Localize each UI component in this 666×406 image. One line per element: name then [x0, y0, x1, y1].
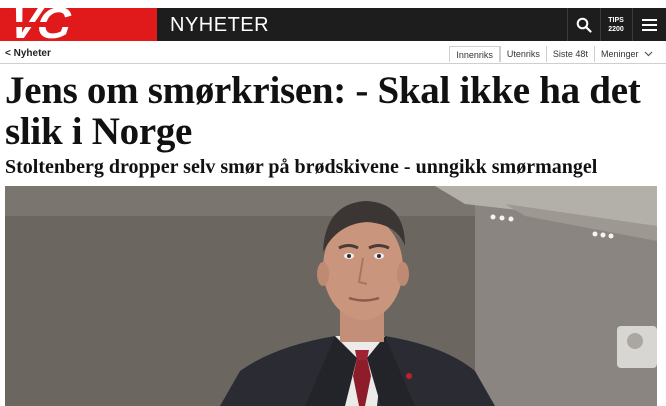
- subnav-tabs: Innenriks Utenriks Siste 48t Meninger: [449, 46, 659, 62]
- article-headline[interactable]: Jens om smørkrisen: - Skal ikke ha det s…: [5, 70, 655, 152]
- menu-icon: [642, 23, 657, 26]
- search-button[interactable]: [568, 8, 599, 41]
- menu-button[interactable]: [633, 8, 666, 41]
- tips-label: TIPS: [608, 17, 624, 24]
- menu-icon: [642, 18, 657, 21]
- tab-innenriks[interactable]: Innenriks: [449, 46, 500, 62]
- search-icon: [576, 17, 592, 33]
- tab-meninger[interactable]: Meninger: [593, 46, 659, 62]
- tab-meninger-label: Meninger: [600, 49, 639, 59]
- article-subheadline: Stoltenberg dropper selv smør på brødski…: [5, 156, 598, 178]
- menu-icon: [642, 28, 657, 31]
- tips-button[interactable]: TIPS 2200: [601, 8, 631, 41]
- logo-stripe: [0, 22, 157, 27]
- tab-utenriks[interactable]: Utenriks: [499, 46, 546, 62]
- back-link-nyheter[interactable]: < Nyheter: [5, 48, 51, 59]
- tips-number: 2200: [608, 26, 624, 33]
- chevron-down-icon: [644, 48, 653, 60]
- sub-navigation: < Nyheter Innenriks Utenriks Siste 48t M…: [0, 44, 666, 64]
- tab-siste-48t[interactable]: Siste 48t: [545, 46, 594, 62]
- article-photo[interactable]: [5, 186, 657, 406]
- photo-illustration: [5, 186, 657, 406]
- section-title[interactable]: NYHETER: [170, 12, 269, 38]
- top-header-bar: VG NYHETER TIPS 2200: [0, 8, 666, 41]
- vg-logo[interactable]: VG: [0, 8, 157, 41]
